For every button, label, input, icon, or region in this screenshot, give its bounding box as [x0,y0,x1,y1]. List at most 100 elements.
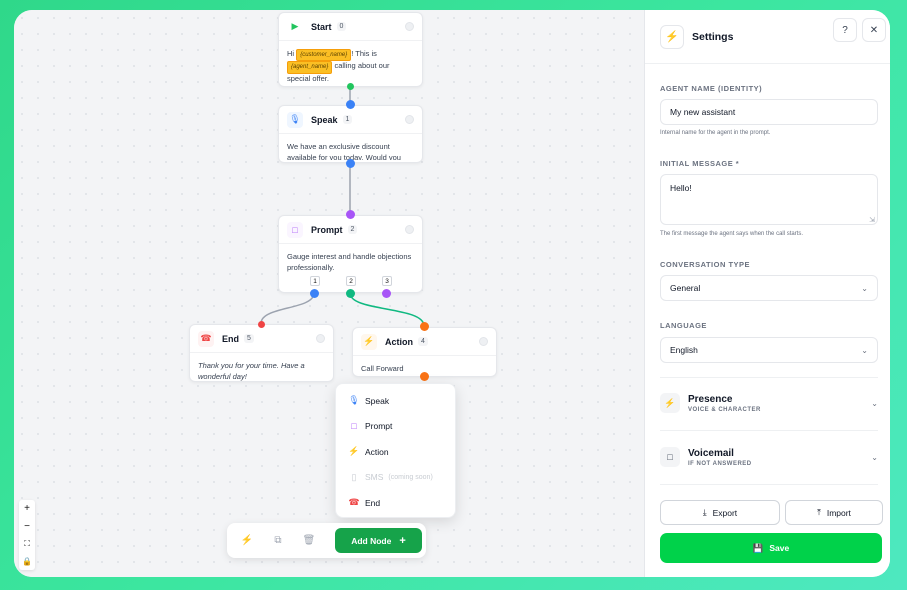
agent-name-field[interactable]: My new assistant [660,99,878,125]
chevron-down-icon: ⌄ [861,345,868,355]
menu-item-label: SMS [365,472,384,483]
wire-prompt-end [260,292,315,324]
close-icon[interactable]: ✕ [862,18,886,42]
add-node-menu: 🎙 Speak □ Prompt ⚡ Action ▯ SMS (coming … [335,383,456,518]
zoom-controls: + − ⛶ 🔒 [19,500,35,570]
speak-output-port[interactable] [346,159,355,168]
lightning-icon: ⚡ [660,24,684,49]
add-node-button[interactable]: Add Node + [335,528,422,553]
divider [660,430,878,431]
help-icon[interactable]: ? [833,18,857,42]
lock-icon[interactable]: 🔒 [19,553,35,571]
end-node[interactable]: ☎ End 5 Thank you for your time. Have a … [189,324,334,382]
chevron-down-icon: ⌄ [871,398,878,408]
menu-item-action[interactable]: ⚡ Action [336,439,455,465]
node-title: Action [385,336,413,347]
lightning-icon: ⚡ [660,393,680,413]
save-button[interactable]: 💾 Save [660,533,882,563]
prompt-output-port-2[interactable] [346,289,355,298]
save-label: Save [769,543,790,553]
speak-node[interactable]: 🎙 Speak 1 We have an exclusive discount … [278,105,423,163]
presence-text: Presence VOICE & CHARACTER [688,394,761,413]
start-node[interactable]: ▶ Start 0 Hi {customer_name}! This is {a… [278,12,423,87]
node-body: We have an exclusive discount available … [287,142,401,160]
connection-wires [260,87,425,327]
coming-soon-label: (coming soon) [388,473,433,481]
import-button[interactable]: ⤒ Import [785,500,883,525]
divider [660,377,878,378]
upload-icon: ⤒ [817,507,821,517]
menu-item-label: Prompt [365,421,393,432]
node-header: 🎙 Speak 1 [279,106,422,134]
speak-input-port[interactable] [346,100,355,109]
action-node[interactable]: ⚡ Action 4 Call Forward [352,327,497,377]
node-menu-dot[interactable] [479,337,488,346]
duplicate-icon[interactable]: ⧉ [266,529,290,553]
lightning-icon: ⚡ [361,333,377,350]
resize-handle-icon[interactable]: ⇲ [869,216,875,224]
presence-section[interactable]: ⚡ Presence VOICE & CHARACTER ⌄ [660,383,878,423]
message-icon: □ [660,447,680,467]
fit-view-icon[interactable]: ⛶ [19,535,35,553]
panel-header: ⚡ Settings ? ✕ [645,10,890,64]
prompt-output-port-1[interactable] [310,289,319,298]
node-menu-dot[interactable] [405,115,414,124]
zoom-in-icon[interactable]: + [19,500,35,518]
initial-message-field[interactable]: Hello! ⇲ [660,174,878,225]
menu-item-speak[interactable]: 🎙 Speak [336,388,455,414]
port-label-2: 2 [346,276,356,286]
chevron-down-icon: ⌄ [861,283,868,293]
lightning-icon[interactable]: ⚡ [235,529,259,553]
node-number: 5 [244,334,254,343]
lightning-icon: ⚡ [348,446,360,457]
plus-icon: + [399,534,406,547]
prompt-input-port[interactable] [346,210,355,219]
export-button[interactable]: ⤓ Export [660,500,780,525]
chat-bubble-icon: □ [351,421,357,432]
initial-message-hint: The first message the agent says when th… [660,231,804,237]
canvas-toolbar: ⚡ ⧉ 🗑 Add Node + [227,523,426,558]
menu-item-end[interactable]: ☎ End [336,490,455,516]
action-output-port[interactable] [420,372,429,381]
voicemail-section[interactable]: □ Voicemail IF NOT ANSWERED ⌄ [660,437,878,477]
voicemail-title: Voicemail [688,447,734,459]
node-body: Thank you for your time. Have a wonderfu… [198,361,305,381]
node-menu-dot[interactable] [405,225,414,234]
agent-name-label: AGENT NAME (IDENTITY) [660,84,763,93]
chevron-down-icon: ⌄ [871,452,878,462]
node-title: Prompt [311,224,343,235]
voicemail-subtitle: IF NOT ANSWERED [688,460,752,467]
conversation-type-select[interactable]: General ⌄ [660,275,878,301]
agent-name-hint: Internal name for the agent in the promp… [660,130,771,136]
flow-canvas[interactable]: ▶ Start 0 Hi {customer_name}! This is {a… [14,10,644,577]
conversation-type-value: General [670,283,701,293]
menu-item-label: Speak [365,395,390,406]
language-value: English [670,345,698,355]
node-header: ☎ End 5 [190,325,333,353]
menu-item-sms: ▯ SMS (coming soon) [336,465,455,491]
node-menu-dot[interactable] [405,22,414,31]
node-title: Start [311,21,332,32]
trash-icon[interactable]: 🗑 [297,529,321,553]
start-output-port[interactable] [347,83,354,90]
language-select[interactable]: English ⌄ [660,337,878,363]
menu-item-prompt[interactable]: □ Prompt [336,414,455,440]
zoom-out-icon[interactable]: − [19,518,35,536]
node-number: 4 [418,337,428,346]
prompt-output-port-3[interactable] [382,289,391,298]
end-input-port[interactable] [258,321,265,328]
node-header: □ Prompt 2 [279,216,422,244]
menu-item-label: End [365,497,381,508]
start-text-1: Hi [287,49,295,58]
node-header: ▶ Start 0 [279,13,422,41]
agent-name-value: My new assistant [670,107,736,117]
node-number: 0 [336,22,347,31]
microphone-icon: 🎙 [348,395,360,406]
start-text-2: ! This is [351,49,377,58]
initial-message-label: INITIAL MESSAGE * [660,159,740,168]
action-input-port[interactable] [420,322,429,331]
node-menu-dot[interactable] [316,334,325,343]
settings-panel: ⚡ Settings ? ✕ AGENT NAME (IDENTITY) My … [644,10,890,577]
chat-bubble-icon: □ [287,221,303,238]
phone-icon: ▯ [351,471,357,482]
